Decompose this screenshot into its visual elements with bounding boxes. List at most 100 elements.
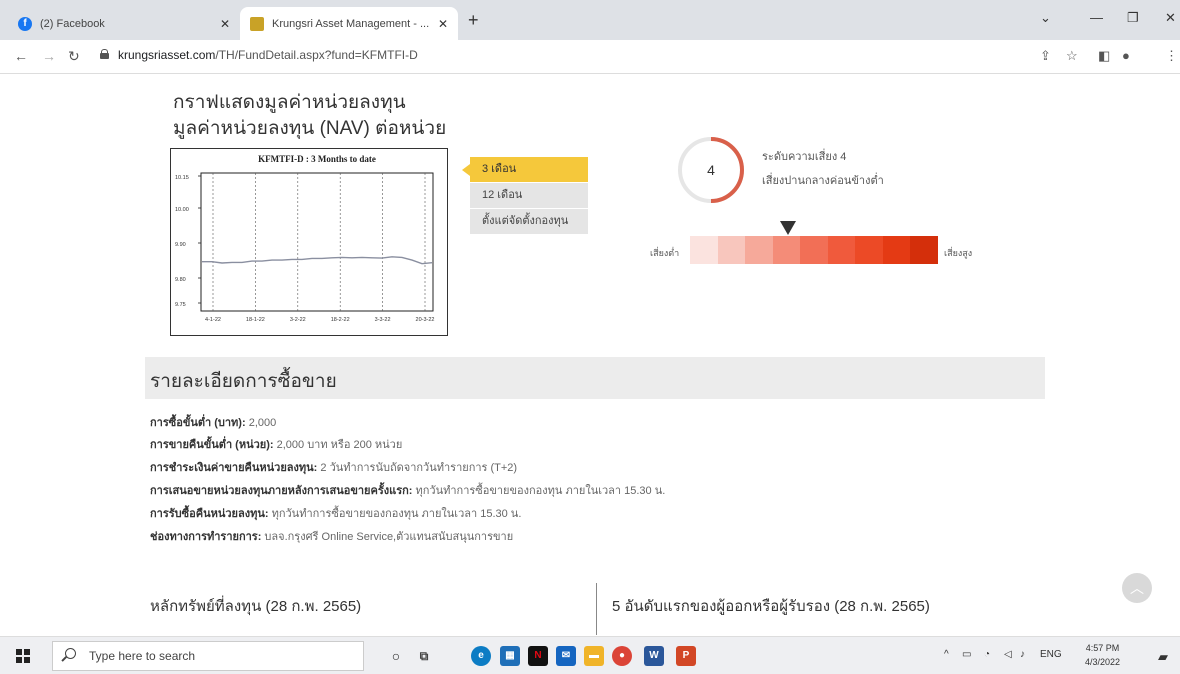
risk-scale-segment bbox=[690, 236, 718, 264]
minimize-icon[interactable]: — bbox=[1090, 10, 1103, 25]
forward-icon[interactable]: → bbox=[42, 48, 56, 64]
plot-frame bbox=[200, 172, 434, 312]
tab-title: Krungsri Asset Management - ... bbox=[272, 17, 430, 30]
url-host: krungsriasset.com bbox=[118, 48, 216, 62]
krungsri-icon bbox=[250, 16, 264, 31]
tab-facebook[interactable]: f (2) Facebook ✕ bbox=[8, 7, 240, 40]
mail-icon[interactable]: ✉ bbox=[556, 646, 576, 666]
risk-level-label: ระดับความเสี่ยง 4 bbox=[762, 151, 847, 163]
detail-value: บลจ.กรุงศรี Online Service,ตัวแทนสนับสนุ… bbox=[261, 531, 514, 543]
cortana-icon[interactable]: ○ bbox=[386, 646, 406, 666]
nav-series-line bbox=[202, 256, 433, 265]
risk-scale-segment bbox=[800, 236, 828, 264]
y-tick-label: 9.90 bbox=[175, 242, 186, 248]
risk-high-label: เสี่ยงสูง bbox=[944, 248, 973, 258]
detail-value: 2 วันทำการนับถัดจากวันทำรายการ (T+2) bbox=[317, 462, 518, 474]
address-bar: ← → ↻ krungsriasset.com/TH/FundDetail.as… bbox=[0, 40, 1180, 74]
y-tick-label: 10.15 bbox=[175, 175, 189, 181]
y-tick-label: 9.80 bbox=[175, 277, 186, 283]
tab-krungsri[interactable]: Krungsri Asset Management - ... ✕ bbox=[240, 7, 458, 40]
risk-scale-segment bbox=[772, 236, 800, 264]
risk-scale-segment bbox=[717, 236, 745, 264]
period-since-inception-button[interactable]: ตั้งแต่จัดตั้งกองทุน bbox=[470, 209, 588, 234]
reload-icon[interactable]: ↻ bbox=[68, 48, 80, 65]
lock-icon bbox=[100, 49, 109, 59]
close-tab-icon[interactable]: ✕ bbox=[438, 17, 448, 31]
nav-chart-svg: KFMTFI-D : 3 Months to date 10.15 10.00 9.9… bbox=[175, 154, 435, 323]
y-tick-label: 9.75 bbox=[175, 302, 186, 308]
close-tab-icon[interactable]: ✕ bbox=[220, 17, 230, 31]
maximize-icon[interactable]: ❐ bbox=[1127, 10, 1139, 26]
back-icon[interactable]: ← bbox=[14, 48, 28, 64]
detail-row-channels: ช่องทางการทำรายการ: บลจ.กรุงศรี Online S… bbox=[150, 527, 513, 545]
chart-title: KFMTFI-D : 3 Months to date bbox=[258, 154, 376, 164]
store-icon[interactable]: ▦ bbox=[500, 646, 520, 666]
risk-scale-segment bbox=[827, 236, 855, 264]
x-tick-label: 3-3-22 bbox=[375, 317, 391, 323]
tray-battery-icon: ▭ bbox=[962, 649, 972, 660]
detail-row-redemption: การรับซื้อคืนหน่วยลงทุน: ทุกวันทำการซื้อ… bbox=[150, 504, 521, 522]
close-window-icon[interactable]: ✕ bbox=[1165, 10, 1176, 26]
risk-scale-segment bbox=[910, 236, 938, 264]
windows-start-icon[interactable] bbox=[16, 649, 30, 663]
detail-value: ทุกวันทำการซื้อขายของกองทุน ภายในเวลา 15… bbox=[412, 485, 666, 497]
securities-heading: หลักทรัพย์ที่ลงทุน (28 ก.พ. 2565) bbox=[150, 598, 362, 615]
menu-icon[interactable]: ⋮ bbox=[1165, 48, 1178, 64]
netflix-icon[interactable]: N bbox=[528, 646, 548, 666]
detail-label: การซื้อขั้นต่ำ (บาท): bbox=[150, 417, 246, 429]
trading-section-title: รายละเอียดการซื้อขาย bbox=[150, 371, 337, 392]
x-tick-label: 20-3-22 bbox=[416, 317, 435, 323]
edge-icon[interactable]: e bbox=[471, 646, 491, 666]
url-path: /TH/FundDetail.aspx?fund=KFMTFI-D bbox=[215, 48, 418, 62]
scroll-to-top-button[interactable]: ︿ bbox=[1122, 573, 1152, 603]
share-icon[interactable]: ⇪ bbox=[1040, 48, 1051, 64]
page-content: กราฟแสดงมูลค่าหน่วยลงทุน มูลค่าหน่วยลงทุ… bbox=[0, 75, 1180, 635]
period-12-months-button[interactable]: 12 เดือน bbox=[470, 183, 588, 208]
clock-date: 4/3/2022 bbox=[1085, 657, 1121, 667]
tab-search-icon[interactable]: ⌄ bbox=[1040, 10, 1051, 26]
detail-label: การขายคืนขั้นต่ำ (หน่วย): bbox=[150, 439, 274, 451]
tray-speaker-icon[interactable]: ♪ bbox=[1020, 649, 1025, 660]
detail-row-subsequent-offer: การเสนอขายหน่วยลงทุนภายหลังการเสนอขายครั… bbox=[150, 481, 665, 499]
new-tab-icon[interactable]: + bbox=[468, 10, 479, 31]
nav-chart: KFMTFI-D : 3 Months to date 10.15 10.00 9.9… bbox=[170, 148, 448, 336]
risk-level-description: เสี่ยงปานกลางค่อนข้างต่ำ bbox=[762, 175, 884, 187]
detail-label: ช่องทางการทำรายการ: bbox=[150, 531, 262, 543]
side-panel-icon[interactable]: ◧ bbox=[1098, 48, 1110, 64]
profile-icon[interactable]: ● bbox=[1122, 48, 1130, 63]
detail-label: การเสนอขายหน่วยลงทุนภายหลังการเสนอขายครั… bbox=[150, 485, 413, 497]
bookmark-star-icon[interactable]: ☆ bbox=[1066, 48, 1078, 64]
tab-title: (2) Facebook bbox=[40, 17, 105, 30]
notification-icon[interactable]: ▰ bbox=[1158, 649, 1168, 665]
tray-volume-icon[interactable]: ◁ bbox=[1004, 649, 1012, 660]
detail-row-min-redemption: การขายคืนขั้นต่ำ (หน่วย): 2,000 บาท หรือ… bbox=[150, 435, 402, 453]
top5-issuers-heading: 5 อันดับแรกของผู้ออกหรือผู้รับรอง (28 ก.… bbox=[612, 598, 930, 615]
chrome-icon[interactable]: ● bbox=[612, 646, 632, 666]
task-view-icon[interactable]: ⧉ bbox=[414, 646, 434, 666]
x-tick-label: 18-1-22 bbox=[246, 317, 265, 323]
file-explorer-icon[interactable]: ▬ bbox=[584, 646, 604, 666]
x-tick-label: 3-2-22 bbox=[290, 317, 306, 323]
detail-row-settlement: การชำระเงินค่าขายคืนหน่วยลงทุน: 2 วันทำก… bbox=[150, 458, 517, 476]
facebook-icon: f bbox=[18, 16, 32, 31]
risk-marker-icon bbox=[780, 221, 796, 235]
detail-value: 2,000 บาท หรือ 200 หน่วย bbox=[273, 439, 403, 451]
language-indicator[interactable]: ENG bbox=[1040, 649, 1062, 660]
risk-scale-segment bbox=[882, 236, 910, 264]
word-icon[interactable]: W bbox=[644, 646, 664, 666]
taskbar-search-input[interactable]: Type here to search bbox=[52, 641, 364, 671]
detail-label: การรับซื้อคืนหน่วยลงทุน: bbox=[150, 508, 269, 520]
detail-label: การชำระเงินค่าขายคืนหน่วยลงทุน: bbox=[150, 462, 318, 474]
x-tick-label: 18-2-22 bbox=[331, 317, 350, 323]
system-clock[interactable]: 4:57 PM 4/3/2022 bbox=[1085, 641, 1120, 669]
risk-scale-bar bbox=[690, 236, 938, 264]
period-3-months-button[interactable]: 3 เดือน bbox=[462, 157, 588, 182]
clock-time: 4:57 PM bbox=[1085, 643, 1120, 653]
graph-subtitle: มูลค่าหน่วยลงทุน (NAV) ต่อหน่วย bbox=[173, 118, 447, 139]
url-field[interactable]: krungsriasset.com/TH/FundDetail.aspx?fun… bbox=[118, 48, 418, 62]
tray-network-icon[interactable]: ◔ bbox=[984, 649, 990, 660]
x-tick-label: 4-1-22 bbox=[205, 317, 221, 323]
section-divider bbox=[596, 583, 597, 635]
tray-chevron-icon[interactable]: ^ bbox=[944, 649, 949, 660]
powerpoint-icon[interactable]: P bbox=[676, 646, 696, 666]
